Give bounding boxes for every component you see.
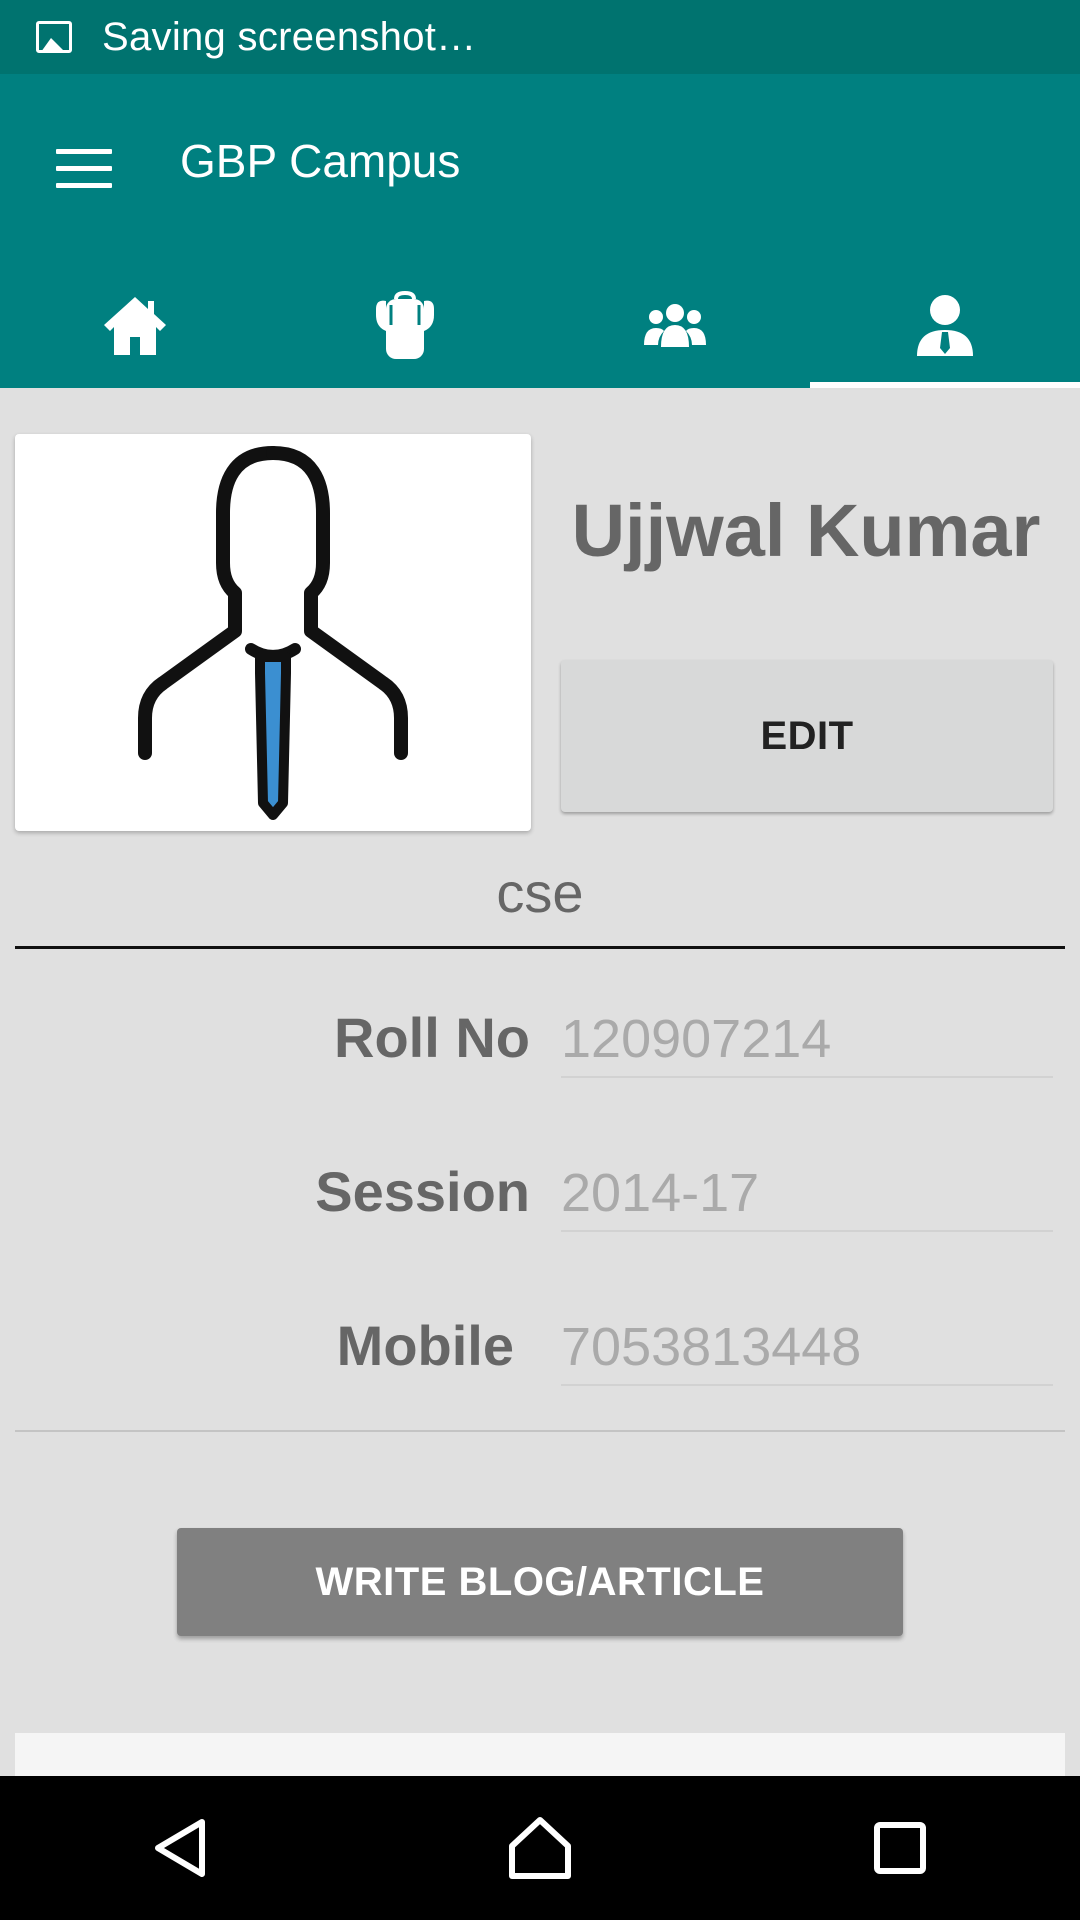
user-avatar-icon bbox=[138, 445, 408, 820]
home-nav-button[interactable] bbox=[440, 1776, 640, 1920]
backpack-icon bbox=[376, 291, 434, 359]
tab-profile[interactable] bbox=[810, 264, 1080, 388]
home-icon bbox=[104, 297, 166, 355]
app-bar: GBP Campus bbox=[0, 74, 1080, 388]
status-text: Saving screenshot… bbox=[102, 14, 477, 59]
tab-backpack[interactable] bbox=[270, 264, 540, 388]
recents-icon bbox=[874, 1822, 926, 1874]
home-outline-icon bbox=[509, 1817, 571, 1879]
department-underline bbox=[15, 946, 1065, 949]
divider bbox=[15, 1430, 1065, 1432]
edit-button[interactable]: EDIT bbox=[561, 660, 1053, 812]
profile-name: Ujjwal Kumar bbox=[571, 489, 1041, 572]
bottom-card bbox=[15, 1733, 1065, 1776]
session-label: Session bbox=[315, 1160, 530, 1223]
system-nav-bar bbox=[0, 1776, 1080, 1920]
back-button[interactable] bbox=[80, 1776, 280, 1920]
app-title: GBP Campus bbox=[180, 135, 461, 187]
tab-bar bbox=[0, 264, 1080, 388]
image-icon bbox=[36, 21, 72, 53]
session-value: 2014-17 bbox=[561, 1162, 1053, 1232]
profile-avatar bbox=[15, 434, 531, 831]
mobile-label: Mobile bbox=[336, 1314, 514, 1377]
back-icon bbox=[155, 1819, 205, 1877]
recents-button[interactable] bbox=[800, 1776, 1000, 1920]
roll-no-value: 120907214 bbox=[561, 1008, 1053, 1078]
group-icon bbox=[644, 304, 706, 347]
user-tie-icon bbox=[917, 295, 973, 356]
mobile-value: 7053813448 bbox=[561, 1316, 1053, 1386]
hamburger-menu-icon[interactable] bbox=[40, 124, 128, 212]
status-bar: Saving screenshot… bbox=[0, 0, 1080, 74]
tab-community[interactable] bbox=[540, 264, 810, 388]
department-field[interactable]: cse bbox=[15, 860, 1065, 925]
roll-no-label: Roll No bbox=[334, 1006, 530, 1069]
write-blog-button[interactable]: WRITE BLOG/ARTICLE bbox=[177, 1528, 903, 1636]
tab-home[interactable] bbox=[0, 264, 270, 388]
